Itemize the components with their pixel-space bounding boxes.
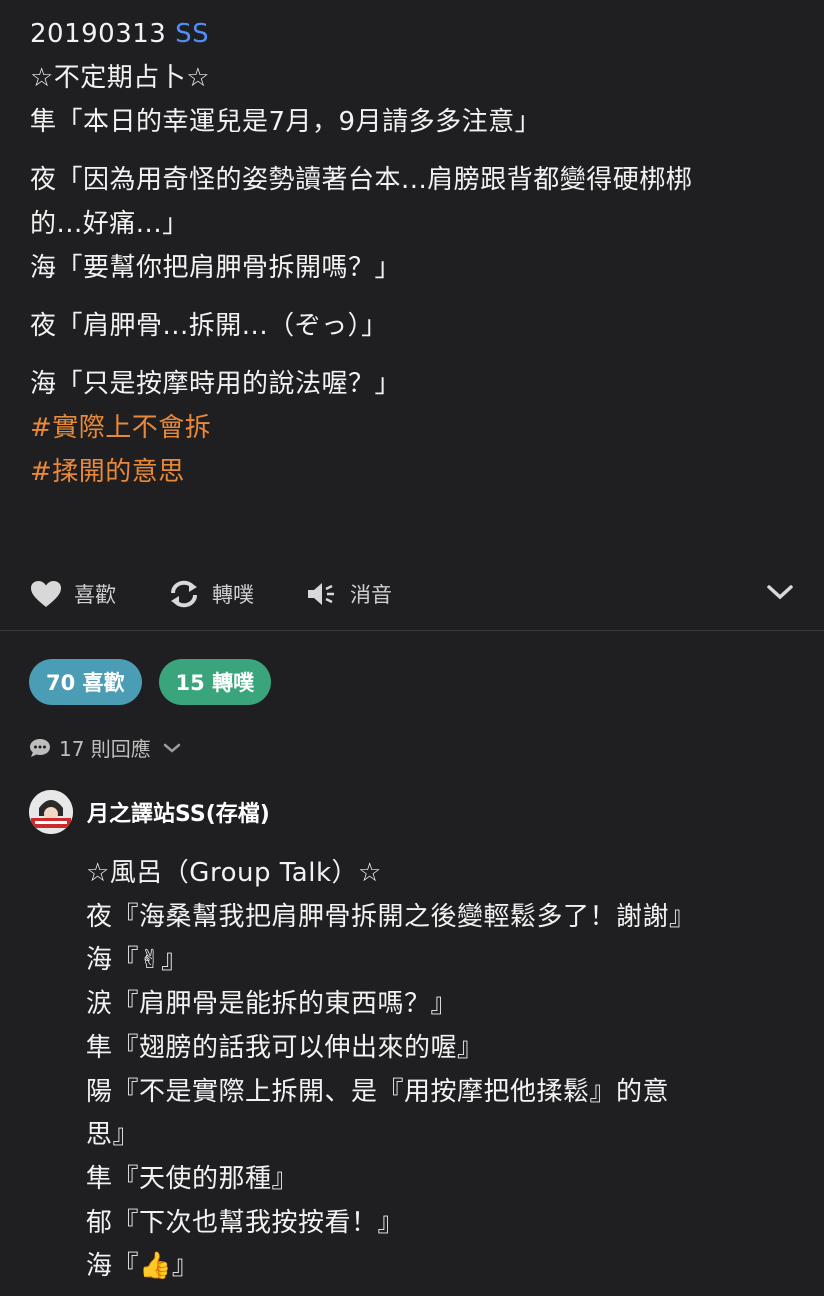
reply-line: 郁『下次也幫我按按看！』 xyxy=(86,1207,405,1238)
reply-line: 隼『翅膀的話我可以伸出來的喔』 xyxy=(86,1032,484,1063)
reply-line: ☆風呂（Group Talk）☆ xyxy=(86,858,382,888)
speaker-icon xyxy=(308,583,334,605)
post-date: 20190313 xyxy=(30,19,167,49)
expand-menu-button[interactable] xyxy=(766,583,794,605)
hashtag-link[interactable]: #實際上不會拆 xyxy=(30,406,794,450)
mute-label: 消音 xyxy=(350,583,392,607)
like-label: 喜歡 xyxy=(74,583,116,607)
replies-count: 17 則回應 xyxy=(59,737,151,761)
speech-bubble-icon xyxy=(30,738,50,757)
post-line: 海「只是按摩時用的說法喔？」 xyxy=(30,369,402,399)
reply-line: 涙『肩胛骨是能拆的東西嗎？』 xyxy=(86,989,458,1020)
post-line: 隼「本日的幸運兒是7月，9月請多多注意」 xyxy=(30,107,542,137)
post-line: ☆不定期占卜☆ xyxy=(30,63,211,93)
plurk-post: 20190313 SS ☆不定期占卜☆ 隼「本日的幸運兒是7月，9月請多多注意」… xyxy=(0,0,824,494)
post-line: 夜「因為用奇怪的姿勢讀著台本...肩膀跟背都變得硬梆梆 xyxy=(30,165,693,195)
replies-toggle[interactable]: 17 則回應 xyxy=(29,733,189,762)
reply-line: 隼『天使的那種』 xyxy=(86,1163,299,1194)
mute-button[interactable]: 消音 xyxy=(306,579,392,609)
hashtag-link[interactable]: #揉開的意思 xyxy=(30,450,794,494)
reply-line: 思』 xyxy=(86,1120,140,1151)
reply-header: 月之譯站SS(存檔) xyxy=(29,790,804,834)
reply-body: ☆風呂（Group Talk）☆ 夜『海桑幫我把肩胛骨拆開之後變輕鬆多了！謝謝』… xyxy=(86,852,804,1289)
reply-item: 月之譯站SS(存檔) ☆風呂（Group Talk）☆ 夜『海桑幫我把肩胛骨拆開… xyxy=(29,790,804,1289)
chevron-down-icon xyxy=(163,743,181,753)
likes-count-pill[interactable]: 70 喜歡 xyxy=(29,659,142,705)
reblog-label: 轉噗 xyxy=(212,583,254,607)
post-line: 海「要幫你把肩胛骨拆開嗎？」 xyxy=(30,253,402,283)
heart-icon xyxy=(31,581,61,607)
reply-line: 海『👍』 xyxy=(86,1251,199,1282)
reply-line: 陽『不是實際上拆開、是『用按摩把他揉鬆』的意 xyxy=(86,1076,670,1107)
section-divider xyxy=(0,630,824,631)
post-actions-bar: 喜歡 轉噗 消音 xyxy=(30,568,794,620)
reply-line: 海『✌』 xyxy=(86,945,188,976)
reblogs-count-pill[interactable]: 15 轉噗 xyxy=(158,659,272,705)
post-line: 夜「肩胛骨...拆開...（ぞっ）」 xyxy=(30,311,388,341)
reblog-button[interactable]: 轉噗 xyxy=(168,579,254,609)
like-button[interactable]: 喜歡 xyxy=(30,579,116,609)
reblog-icon xyxy=(171,580,197,608)
post-header-line: 20190313 SS xyxy=(30,12,794,56)
stats-pills: 70 喜歡 15 轉噗 xyxy=(29,659,288,705)
post-line: 的...好痛...」 xyxy=(30,209,189,239)
reply-author-name[interactable]: 月之譯站SS(存檔) xyxy=(87,796,270,828)
ss-link[interactable]: SS xyxy=(175,19,209,49)
chevron-down-icon xyxy=(767,585,793,600)
avatar[interactable] xyxy=(29,790,73,834)
reply-line: 夜『海桑幫我把肩胛骨拆開之後變輕鬆多了！謝謝』 xyxy=(86,901,696,932)
